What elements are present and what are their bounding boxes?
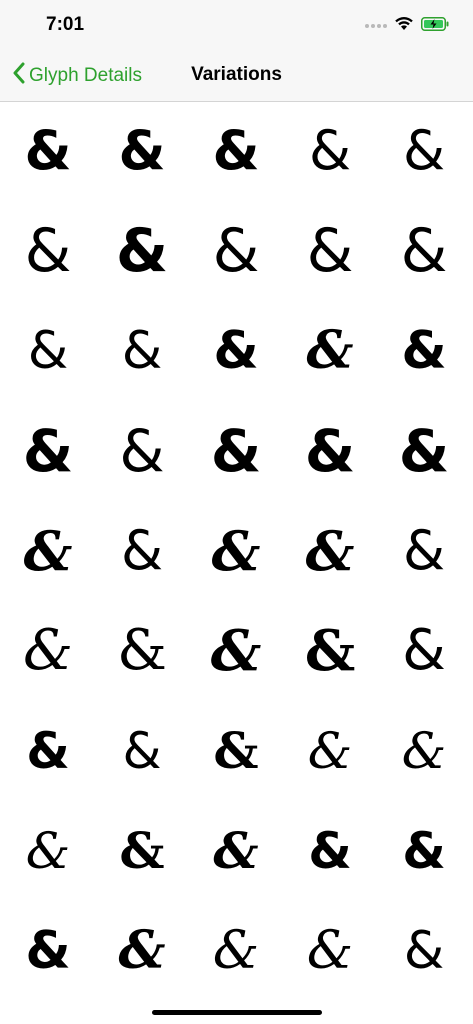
glyph-variation-cell[interactable]: & (189, 601, 283, 701)
glyph-variation-cell[interactable]: & (95, 501, 189, 601)
glyph-variation-cell[interactable]: & (377, 401, 471, 501)
glyph-variation-cell[interactable]: & (283, 401, 377, 501)
home-indicator[interactable] (152, 1010, 322, 1015)
glyph-variation-cell[interactable]: & (377, 701, 471, 801)
glyph-variation-cell[interactable]: & (377, 501, 471, 601)
glyph-variation-cell[interactable]: & (377, 101, 471, 201)
cellular-signal-icon (365, 24, 387, 28)
status-bar: 7:01 (0, 0, 473, 50)
glyph-variation-cell[interactable]: & (95, 901, 189, 1001)
glyph-variation-cell[interactable]: & (1, 901, 95, 1001)
glyph-variation-cell[interactable]: & (1, 501, 95, 601)
glyph-variation-cell[interactable]: & (189, 401, 283, 501)
glyph-variation-cell[interactable]: & (283, 101, 377, 201)
glyph-variation-cell[interactable]: & (377, 301, 471, 401)
glyph-variation-cell[interactable]: & (377, 801, 471, 901)
glyph-variation-cell[interactable]: & (1, 601, 95, 701)
glyph-variation-cell[interactable]: & (283, 501, 377, 601)
glyph-variation-cell[interactable]: & (283, 801, 377, 901)
glyph-variation-cell[interactable]: & (189, 501, 283, 601)
glyph-variation-cell[interactable]: & (377, 601, 471, 701)
glyph-variation-cell[interactable]: & (1, 701, 95, 801)
glyph-variation-cell[interactable]: & (1, 801, 95, 901)
glyph-variation-cell[interactable]: & (189, 801, 283, 901)
wifi-icon (394, 16, 414, 36)
glyph-variation-cell[interactable]: & (377, 201, 471, 301)
glyph-variation-cell[interactable]: & (95, 801, 189, 901)
glyph-variation-cell[interactable]: & (283, 901, 377, 1001)
glyph-variation-cell[interactable]: & (95, 201, 189, 301)
glyph-variation-cell[interactable]: & (95, 101, 189, 201)
glyph-variation-cell[interactable]: & (1, 101, 95, 201)
glyph-variation-cell[interactable]: & (1, 301, 95, 401)
glyph-variation-cell[interactable]: & (283, 701, 377, 801)
navigation-bar: Glyph Details Variations (0, 50, 473, 102)
glyph-variation-cell[interactable]: & (189, 101, 283, 201)
glyph-variation-cell[interactable]: & (283, 301, 377, 401)
glyph-variation-cell[interactable]: & (95, 701, 189, 801)
glyph-variation-cell[interactable]: & (1, 401, 95, 501)
glyph-variation-cell[interactable]: & (189, 301, 283, 401)
glyph-variation-cell[interactable]: & (377, 901, 471, 1001)
glyph-variation-cell[interactable]: & (189, 201, 283, 301)
glyph-variation-cell[interactable]: & (95, 601, 189, 701)
glyph-variation-cell[interactable]: & (95, 401, 189, 501)
glyph-variation-cell[interactable]: & (189, 701, 283, 801)
glyph-variation-cell[interactable]: & (1, 201, 95, 301)
glyph-variation-cell[interactable]: & (95, 301, 189, 401)
battery-charging-icon (421, 16, 449, 36)
glyph-variations-grid: & & & & & & & & & & & & & & & & & & & & & & & & & & & & & & & & & & & & & & & &… (0, 101, 473, 1001)
glyph-variation-cell[interactable]: & (283, 201, 377, 301)
glyph-variation-cell[interactable]: & (189, 901, 283, 1001)
page-title: Variations (191, 64, 282, 85)
status-icons (365, 16, 449, 36)
phone-screen: 7:01 Glyph Details Variations & & & & & … (0, 0, 473, 1024)
glyph-variation-cell[interactable]: & (283, 601, 377, 701)
status-time: 7:01 (46, 14, 85, 35)
